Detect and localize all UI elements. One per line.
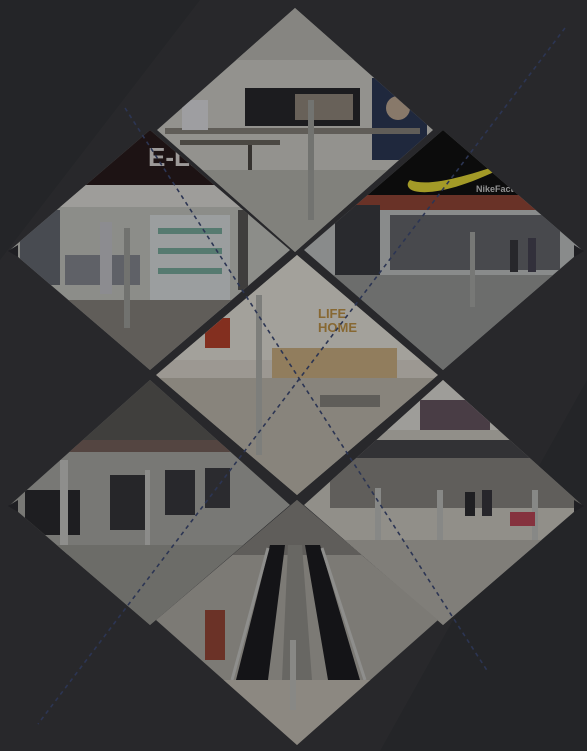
collage-canvas: E-LI NikeFactory LIFE HOME <box>0 0 587 751</box>
dark-overlay <box>0 0 587 751</box>
photo-collage: E-LI NikeFactory LIFE HOME <box>0 0 587 751</box>
